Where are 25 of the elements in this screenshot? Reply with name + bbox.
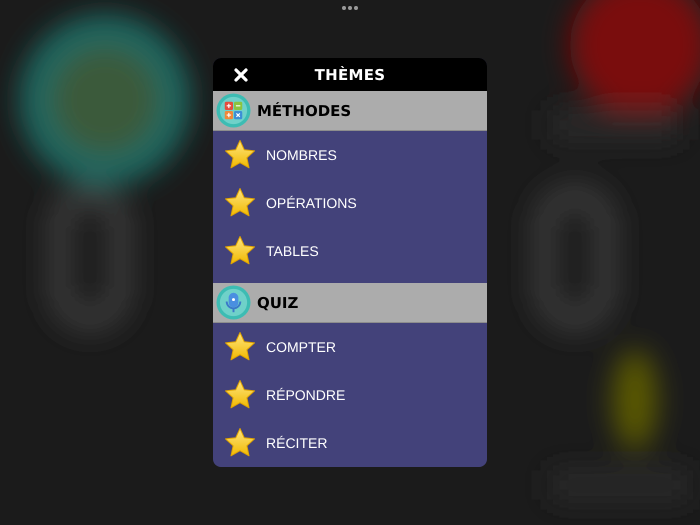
microphone-icon bbox=[216, 285, 251, 320]
section-title: QUIZ bbox=[257, 294, 298, 312]
item-label: TABLES bbox=[266, 243, 319, 260]
close-button[interactable] bbox=[233, 67, 249, 83]
item-label: RÉCITER bbox=[266, 435, 328, 452]
theme-item[interactable]: COMPTER bbox=[213, 323, 487, 372]
item-label: NOMBRES bbox=[266, 147, 337, 164]
dialog-title: THÈMES bbox=[314, 66, 386, 84]
theme-item[interactable]: TABLES bbox=[213, 227, 487, 276]
item-label: OPÉRATIONS bbox=[266, 195, 357, 212]
star-icon bbox=[224, 427, 256, 460]
theme-item[interactable]: RÉPONDRE bbox=[213, 371, 487, 420]
item-label: COMPTER bbox=[266, 339, 336, 356]
star-icon bbox=[224, 187, 256, 220]
star-icon bbox=[224, 139, 256, 172]
star-icon bbox=[224, 331, 256, 364]
section-title: MÉTHODES bbox=[257, 102, 352, 120]
theme-item[interactable]: OPÉRATIONS bbox=[213, 179, 487, 228]
star-icon bbox=[224, 235, 256, 268]
more-icon[interactable] bbox=[342, 6, 358, 10]
theme-item[interactable]: RÉCITER bbox=[213, 419, 487, 467]
calculator-icon bbox=[216, 93, 251, 128]
item-label: RÉPONDRE bbox=[266, 387, 346, 404]
theme-item[interactable]: NOMBRES bbox=[213, 131, 487, 180]
star-icon bbox=[224, 379, 256, 412]
